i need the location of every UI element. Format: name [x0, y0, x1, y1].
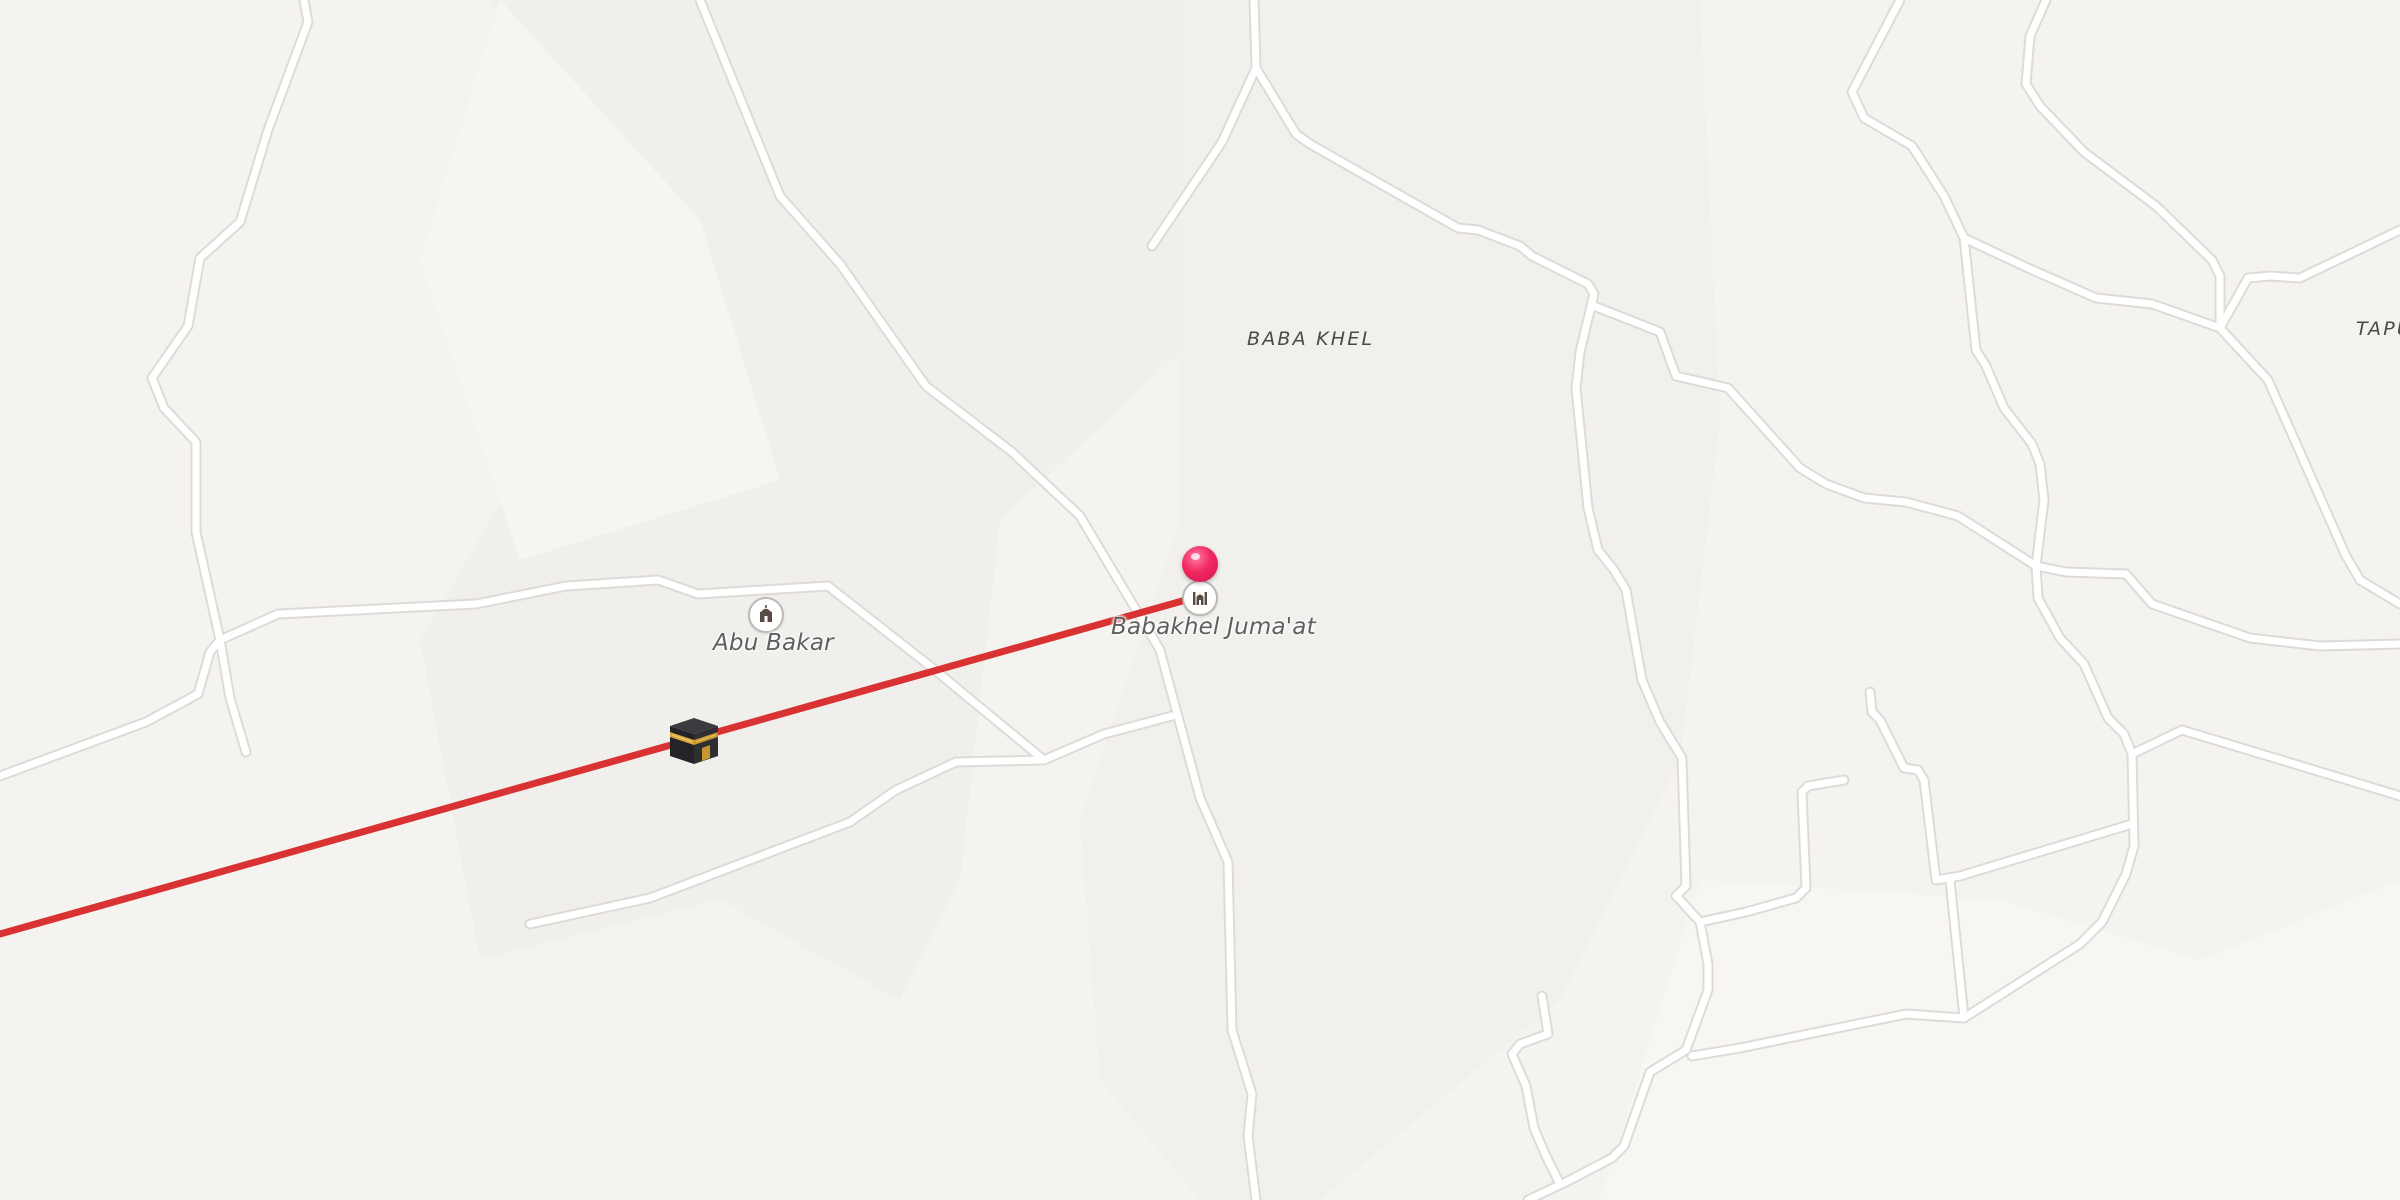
- poi-label-abu-bakar[interactable]: Abu Bakar: [713, 630, 834, 656]
- mosque-icon[interactable]: [748, 597, 784, 633]
- landcover: [420, 0, 2400, 1200]
- area-label-tapu: TAPU: [2356, 318, 2400, 340]
- poi-label-babakhel-jumaat[interactable]: Babakhel Juma'at: [1111, 614, 1316, 640]
- area-label-baba-khel: BABA KHEL: [1247, 328, 1375, 350]
- map-canvas[interactable]: BABA KHEL TAPU Abu Bakar Babakhel Juma'a…: [0, 0, 2400, 1200]
- kaaba-icon: [666, 712, 722, 768]
- pin-highlight: [1191, 553, 1200, 560]
- location-pin-icon[interactable]: [1182, 546, 1218, 582]
- mosque-icon[interactable]: [1182, 580, 1218, 616]
